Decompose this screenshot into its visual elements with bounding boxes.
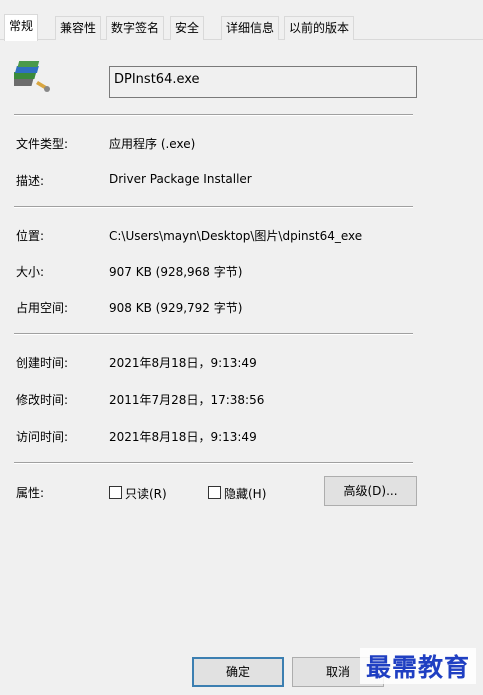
size-value: 907 KB (928,968 字节) xyxy=(109,265,243,279)
hidden-checkbox-label[interactable]: 隐藏(H) xyxy=(224,485,266,502)
size-on-disk-value: 908 KB (929,792 字节) xyxy=(109,301,243,315)
description-label: 描述: xyxy=(16,174,45,188)
accessed-label: 访问时间: xyxy=(16,430,69,444)
size-on-disk-label: 占用空间: xyxy=(16,301,69,315)
file-type-value: 应用程序 (.exe) xyxy=(109,137,196,151)
tab-security[interactable]: 安全 xyxy=(170,16,205,40)
general-panel xyxy=(0,40,440,648)
separator xyxy=(14,206,413,208)
location-label: 位置: xyxy=(16,229,45,243)
location-value: C:\Users\mayn\Desktop\图片\dpinst64_exe xyxy=(109,229,363,243)
tab-previous-versions[interactable]: 以前的版本 xyxy=(284,16,355,40)
readonly-checkbox[interactable] xyxy=(109,486,122,499)
tab-details[interactable]: 详细信息 xyxy=(221,16,280,40)
created-value: 2021年8月18日，9:13:49 xyxy=(109,356,257,370)
modified-value: 2011年7月28日，17:38:56 xyxy=(109,393,265,407)
separator xyxy=(14,333,413,335)
size-label: 大小: xyxy=(16,265,45,279)
ok-button[interactable]: 确定 xyxy=(192,657,284,687)
created-label: 创建时间: xyxy=(16,356,69,370)
accessed-value: 2021年8月18日，9:13:49 xyxy=(109,430,257,444)
tab-compatibility[interactable]: 兼容性 xyxy=(55,16,102,40)
advanced-button[interactable]: 高级(D)... xyxy=(324,476,417,506)
file-name-field[interactable]: DPInst64.exe xyxy=(109,66,417,98)
readonly-checkbox-label[interactable]: 只读(R) xyxy=(125,485,167,502)
attributes-label: 属性: xyxy=(16,486,45,500)
separator xyxy=(14,462,413,464)
tab-bar: 常规 兼容性 数字签名 安全 详细信息 以前的版本 xyxy=(0,14,483,41)
installer-app-icon xyxy=(14,61,50,92)
separator xyxy=(14,114,413,116)
tab-general[interactable]: 常规 xyxy=(4,14,39,41)
modified-label: 修改时间: xyxy=(16,393,69,407)
hidden-checkbox[interactable] xyxy=(208,486,221,499)
file-type-label: 文件类型: xyxy=(16,137,69,151)
tab-digital-signature[interactable]: 数字签名 xyxy=(106,16,165,40)
watermark-logo: 最需教育 xyxy=(360,648,477,684)
description-value: Driver Package Installer xyxy=(109,172,252,186)
